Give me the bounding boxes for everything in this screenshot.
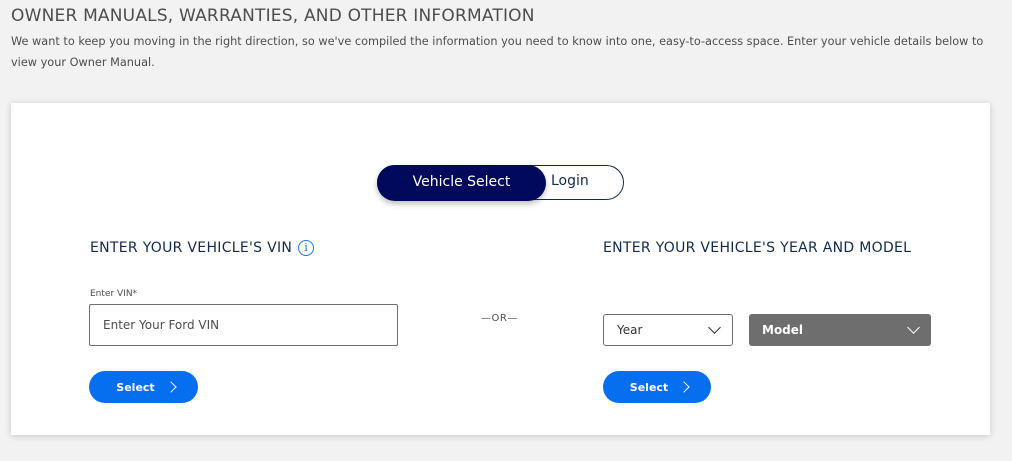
vin-heading-text: ENTER YOUR VEHICLE'S VIN xyxy=(90,240,293,256)
year-model-select-button[interactable]: Select xyxy=(603,371,711,403)
chevron-right-icon xyxy=(165,381,177,393)
model-dropdown-label: Model xyxy=(762,323,804,337)
vehicle-select-tab[interactable]: Vehicle Select xyxy=(377,165,546,201)
year-model-select-label: Select xyxy=(629,380,669,394)
page-description: We want to keep you moving in the right … xyxy=(11,35,984,69)
vin-field-label: Enter VIN* xyxy=(90,289,138,299)
vin-select-label: Select xyxy=(116,380,155,394)
chevron-down-icon xyxy=(708,321,721,334)
year-dropdown[interactable]: Year xyxy=(603,314,733,346)
vin-input[interactable] xyxy=(89,304,398,346)
year-model-heading: ENTER YOUR VEHICLE'S YEAR AND MODEL xyxy=(603,240,912,256)
or-divider: —OR— xyxy=(481,313,518,324)
chevron-down-icon xyxy=(907,321,920,334)
mode-toggle: Vehicle Select Login xyxy=(377,165,624,201)
login-tab[interactable]: Login xyxy=(551,166,589,199)
page-title: OWNER MANUALS, WARRANTIES, AND OTHER INF… xyxy=(11,6,535,26)
vin-section-heading: ENTER YOUR VEHICLE'S VIN i xyxy=(90,240,315,256)
chevron-right-icon xyxy=(678,381,690,393)
info-icon[interactable]: i xyxy=(298,240,315,256)
model-dropdown[interactable]: Model xyxy=(749,314,931,346)
owner-manual-card: Vehicle Select Login ENTER YOUR VEHICLE'… xyxy=(11,103,990,435)
year-dropdown-label: Year xyxy=(617,323,643,337)
vin-select-button[interactable]: Select xyxy=(89,371,198,403)
